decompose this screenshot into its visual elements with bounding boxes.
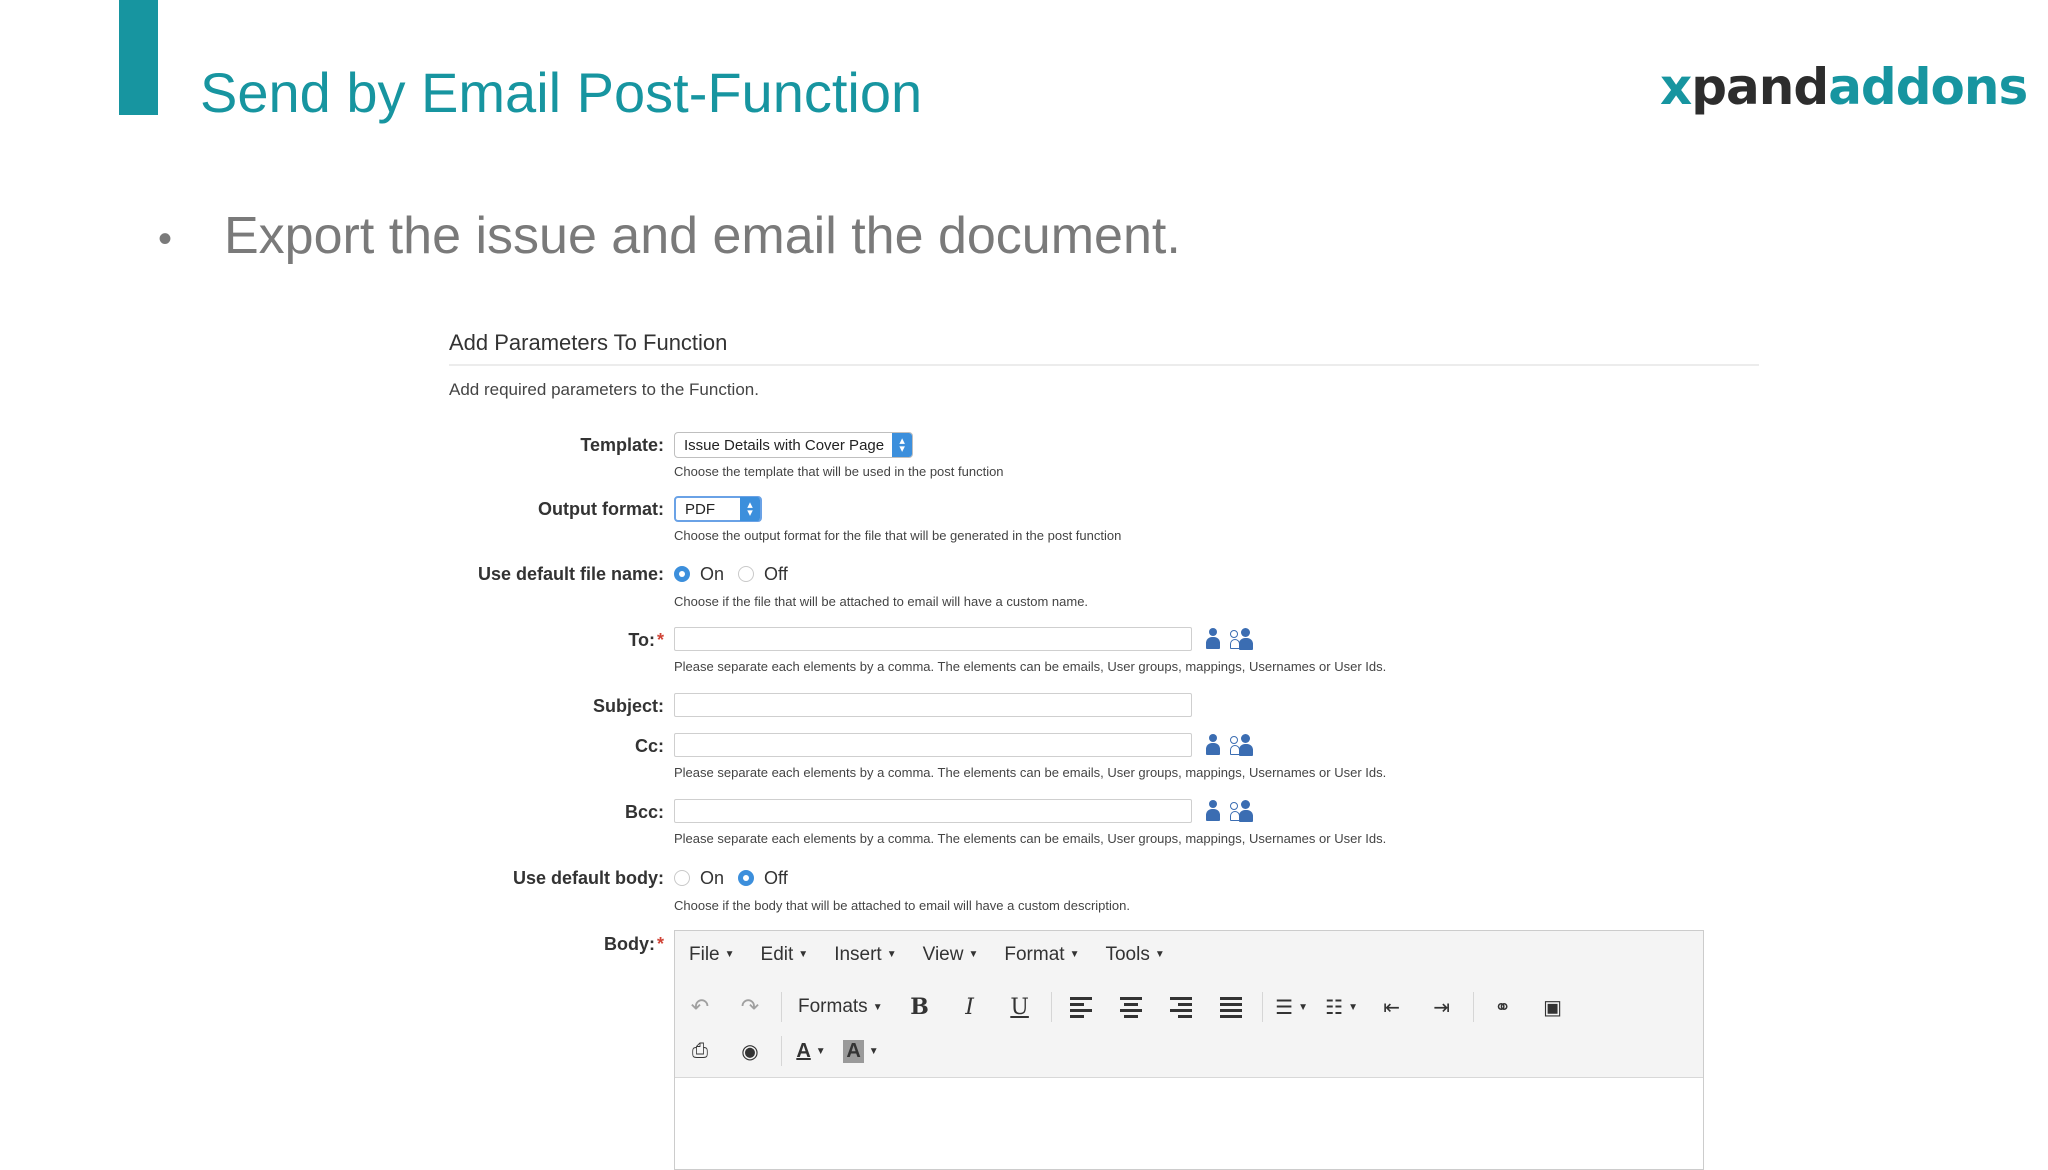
default-file-name-on-radio[interactable] xyxy=(674,566,690,582)
user-picker-icon[interactable] xyxy=(1206,799,1221,823)
accent-bar xyxy=(119,0,158,115)
toolbar-divider xyxy=(1050,992,1052,1022)
bullet-point: • Export the issue and email the document… xyxy=(158,207,1181,265)
editor-content-area[interactable] xyxy=(675,1078,1703,1138)
select-arrows-icon: ▴ ▾ xyxy=(892,433,913,457)
group-picker-icon[interactable] xyxy=(1230,799,1254,823)
align-left-icon[interactable] xyxy=(1062,989,1100,1025)
output-format-label: Output format: xyxy=(538,499,664,519)
redo-icon[interactable]: ↷ xyxy=(731,989,769,1025)
bcc-label: Bcc: xyxy=(624,802,664,822)
default-body-on-radio[interactable] xyxy=(674,870,690,886)
panel-description: Add required parameters to the Function. xyxy=(449,380,759,399)
underline-icon[interactable]: U xyxy=(1001,989,1039,1025)
slide-title: Send by Email Post-Function xyxy=(200,61,923,124)
indent-icon[interactable]: ⇥ xyxy=(1423,989,1461,1025)
default-file-name-help: Choose if the file that will be attached… xyxy=(674,594,1089,609)
template-label: Template: xyxy=(580,435,664,455)
link-icon[interactable]: ⚭ xyxy=(1484,989,1522,1025)
default-file-name-label: Use default file name: xyxy=(477,564,664,584)
align-center-icon[interactable] xyxy=(1112,989,1150,1025)
align-right-icon[interactable] xyxy=(1162,989,1200,1025)
caret-down-icon: ▼ xyxy=(1298,1001,1309,1013)
select-arrows-icon: ▴ ▾ xyxy=(740,497,760,521)
to-label: To: * xyxy=(628,630,664,650)
default-body-help: Choose if the body that will be attached… xyxy=(674,898,1130,913)
text-color-button[interactable]: A ▼ xyxy=(792,1033,830,1069)
default-file-name-radio-group: On Off xyxy=(674,561,1088,587)
radio-label-off: Off xyxy=(764,867,788,888)
cc-help: Please separate each elements by a comma… xyxy=(674,765,1387,780)
group-picker-icon[interactable] xyxy=(1230,627,1254,651)
caret-down-icon: ▼ xyxy=(886,949,897,961)
caret-down-icon: ▼ xyxy=(1154,949,1165,961)
radio-label-on: On xyxy=(700,563,725,584)
body-label: Body: * xyxy=(603,934,664,954)
template-help: Choose the template that will be used in… xyxy=(674,464,1004,479)
toolbar-divider xyxy=(1261,992,1263,1022)
italic-icon[interactable]: I xyxy=(951,989,989,1025)
bold-icon[interactable]: B xyxy=(901,989,939,1025)
output-format-select[interactable]: PDF ▴ ▾ xyxy=(674,496,762,522)
caret-down-icon: ▼ xyxy=(968,949,979,961)
toolbar-divider xyxy=(781,1036,782,1066)
preview-icon[interactable]: ◉ xyxy=(731,1033,769,1069)
default-file-name-off-radio[interactable] xyxy=(738,566,755,582)
subject-label: Subject: xyxy=(592,696,664,716)
subject-input[interactable] xyxy=(674,693,1192,717)
cc-label: Cc: xyxy=(634,736,664,756)
formats-dropdown[interactable]: Formats ▼ xyxy=(792,989,889,1025)
menu-file[interactable]: File ▼ xyxy=(689,944,735,966)
bcc-input[interactable] xyxy=(674,799,1192,823)
caret-down-icon: ▼ xyxy=(798,949,809,961)
background-color-button[interactable]: A ▼ xyxy=(842,1033,880,1069)
default-body-label: Use default body: xyxy=(512,868,664,888)
toolbar-divider xyxy=(781,992,782,1022)
output-format-help: Choose the output format for the file th… xyxy=(674,528,1122,543)
editor-menubar: File ▼ Edit ▼ Insert ▼ View ▼ Format ▼ Tools ▼ xyxy=(675,931,1703,979)
menu-format[interactable]: Format ▼ xyxy=(1004,944,1079,966)
caret-down-icon: ▼ xyxy=(1348,1001,1359,1013)
justify-icon[interactable] xyxy=(1212,989,1250,1025)
numbered-list-icon[interactable]: ☷ ▼ xyxy=(1323,989,1361,1025)
caret-down-icon: ▼ xyxy=(872,1001,883,1013)
caret-down-icon: ▼ xyxy=(815,1045,826,1057)
undo-icon[interactable]: ↶ xyxy=(681,989,719,1025)
menu-edit[interactable]: Edit ▼ xyxy=(761,944,809,966)
default-body-off-radio[interactable] xyxy=(738,870,755,886)
radio-label-on: On xyxy=(700,867,725,888)
caret-down-icon: ▼ xyxy=(724,949,735,961)
group-picker-icon[interactable] xyxy=(1230,733,1254,757)
user-picker-icon[interactable] xyxy=(1206,627,1221,651)
cc-input[interactable] xyxy=(674,733,1192,757)
menu-tools[interactable]: Tools ▼ xyxy=(1105,944,1164,966)
outdent-icon[interactable]: ⇤ xyxy=(1373,989,1411,1025)
default-body-radio-group: On Off xyxy=(674,865,1130,891)
template-select[interactable]: Issue Details with Cover Page ▴ ▾ xyxy=(674,432,914,458)
parameters-panel: Add Parameters To Function Add required … xyxy=(449,330,1759,400)
image-icon[interactable]: ▣ xyxy=(1534,989,1572,1025)
editor-toolbar: ↶ ↷ Formats ▼ B I U ☰ ▼ ☷ ▼ ⇤ ⇥ ⚭ ▣ ⎙ ◉ A ▼ xyxy=(675,979,1703,1078)
bcc-help: Please separate each elements by a comma… xyxy=(674,831,1387,846)
required-asterisk: * xyxy=(656,630,664,650)
body-editor: File ▼ Edit ▼ Insert ▼ View ▼ Format ▼ Tools ▼… xyxy=(674,930,1704,1170)
xpandaddons-logo: xpandaddons xyxy=(1660,58,2028,116)
menu-view[interactable]: View ▼ xyxy=(923,944,979,966)
print-icon[interactable]: ⎙ xyxy=(681,1033,719,1069)
to-input[interactable] xyxy=(674,627,1192,651)
caret-down-icon: ▼ xyxy=(868,1045,879,1057)
user-picker-icon[interactable] xyxy=(1206,733,1221,757)
menu-insert[interactable]: Insert ▼ xyxy=(834,944,896,966)
caret-down-icon: ▼ xyxy=(1069,949,1080,961)
panel-title: Add Parameters To Function xyxy=(449,330,1759,366)
radio-label-off: Off xyxy=(764,563,788,584)
toolbar-divider xyxy=(1472,992,1474,1022)
bullet-list-icon[interactable]: ☰ ▼ xyxy=(1273,989,1311,1025)
to-help: Please separate each elements by a comma… xyxy=(674,659,1387,674)
required-asterisk: * xyxy=(656,934,664,954)
bullet-dot: • xyxy=(158,216,173,261)
